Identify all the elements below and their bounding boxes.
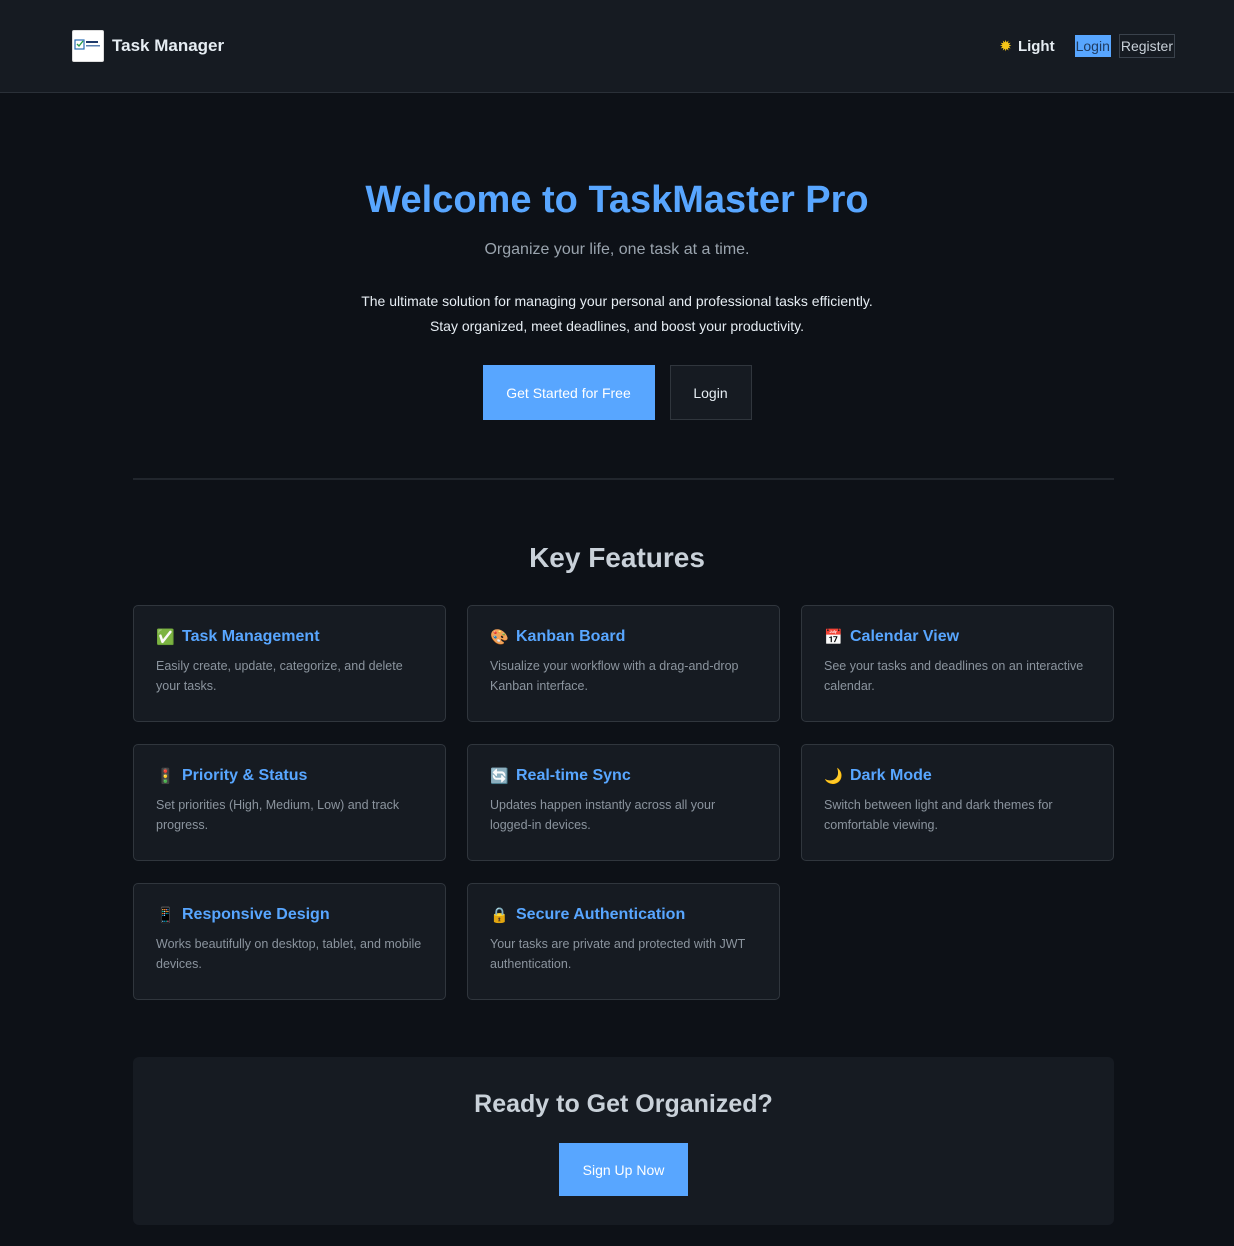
mobile-icon: 📱 — [156, 907, 175, 924]
nav-login-link[interactable]: Login — [1074, 35, 1111, 57]
logo-image — [74, 39, 100, 50]
feature-description: Switch between light and dark themes for… — [824, 798, 1053, 832]
feature-card: 🌙 Dark Mode Switch between light and dark … — [801, 744, 1114, 861]
features-heading: Key Features — [529, 542, 705, 573]
feature-card: 🎨 Kanban Board Visualize your workflow wit… — [467, 605, 780, 722]
nav-register-link[interactable]: Register — [1118, 34, 1175, 58]
check-icon: ✅ — [156, 629, 175, 646]
moon-icon: 🌙 — [824, 768, 843, 785]
cta-heading: Ready to Get Organized? — [474, 1090, 773, 1118]
calendar-icon: 📅 — [824, 629, 843, 646]
feature-card-title: 📱 Responsive Design — [156, 906, 423, 924]
feature-title-text: Responsive Design — [182, 906, 330, 923]
palette-icon: 🎨 — [490, 629, 509, 646]
feature-card-title: 🔒 Secure Authentication — [490, 906, 757, 924]
app-logo — [72, 30, 104, 62]
cta-section: Ready to Get Organized? Sign Up Now — [133, 1057, 1114, 1225]
sync-icon: 🔄 — [490, 768, 509, 785]
brand[interactable]: Task Manager — [72, 30, 224, 62]
hero-buttons: Get Started for Free Login — [0, 365, 1234, 420]
feature-description: Works beautifully on desktop, tablet, an… — [156, 937, 422, 971]
feature-title-text: Dark Mode — [850, 767, 932, 784]
theme-toggle-label: Light — [1017, 37, 1055, 55]
feature-title-text: Calendar View — [850, 628, 960, 645]
nav-actions: ✹ Light Login Register — [999, 34, 1175, 58]
feature-title-text: Real-time Sync — [516, 767, 631, 784]
feature-title-text: Priority & Status — [182, 767, 308, 784]
traffic-light-icon: 🚦 — [156, 768, 175, 785]
feature-card: 🔄 Real-time Sync Updates happen instantly … — [467, 744, 780, 861]
get-started-button[interactable]: Get Started for Free — [482, 365, 655, 420]
feature-title-text: Task Management — [182, 628, 320, 645]
feature-title-text: Secure Authentication — [516, 906, 686, 923]
top-navbar: Task Manager ✹ Light Login Register — [0, 0, 1234, 93]
theme-toggle-button[interactable]: ✹ Light — [999, 37, 1055, 56]
feature-card: 🔒 Secure Authentication Your tasks are pri… — [467, 883, 780, 1000]
feature-card-title: 🚦 Priority & Status — [156, 767, 423, 785]
hero-login-button[interactable]: Login — [669, 365, 752, 420]
features-grid: ✅ Task Management Easily create, update, c… — [133, 605, 1114, 1000]
feature-description: Visualize your workflow with a drag-and-… — [490, 659, 739, 693]
hero-tagline: Organize your life, one task at a time. — [484, 241, 750, 258]
feature-description: See your tasks and deadlines on an inter… — [824, 659, 1084, 693]
hero-description-line-2: Stay organized, meet deadlines, and boos… — [429, 318, 805, 334]
feature-card: ✅ Task Management Easily create, update, c… — [133, 605, 446, 722]
hero-description-line-1: The ultimate solution for managing your … — [361, 293, 873, 309]
feature-card-title: 🌙 Dark Mode — [824, 767, 1091, 785]
lock-icon: 🔒 — [490, 907, 509, 924]
sun-icon: ✹ — [999, 38, 1012, 55]
feature-description: Your tasks are private and protected wit… — [490, 937, 745, 971]
brand-name: Task Manager — [112, 36, 225, 55]
feature-card-title: ✅ Task Management — [156, 628, 423, 646]
feature-description: Easily create, update, categorize, and d… — [156, 659, 403, 693]
feature-title-text: Kanban Board — [516, 628, 626, 645]
feature-card-title: 🔄 Real-time Sync — [490, 767, 757, 785]
feature-description: Updates happen instantly across all your… — [490, 798, 716, 832]
feature-card: 📱 Responsive Design Works beautifully on d… — [133, 883, 446, 1000]
sign-up-button[interactable]: Sign Up Now — [559, 1143, 688, 1196]
feature-card-title: 🎨 Kanban Board — [490, 628, 757, 646]
feature-description: Set priorities (High, Medium, Low) and t… — [156, 798, 400, 832]
feature-card: 📅 Calendar View See your tasks and deadlin… — [801, 605, 1114, 722]
feature-card-title: 📅 Calendar View — [824, 628, 1091, 646]
hero-title: Welcome to TaskMaster Pro — [365, 179, 869, 221]
hero-description: The ultimate solution for managing your … — [0, 289, 1234, 339]
section-divider — [133, 478, 1114, 480]
feature-card: 🚦 Priority & Status Set priorities (High, … — [133, 744, 446, 861]
